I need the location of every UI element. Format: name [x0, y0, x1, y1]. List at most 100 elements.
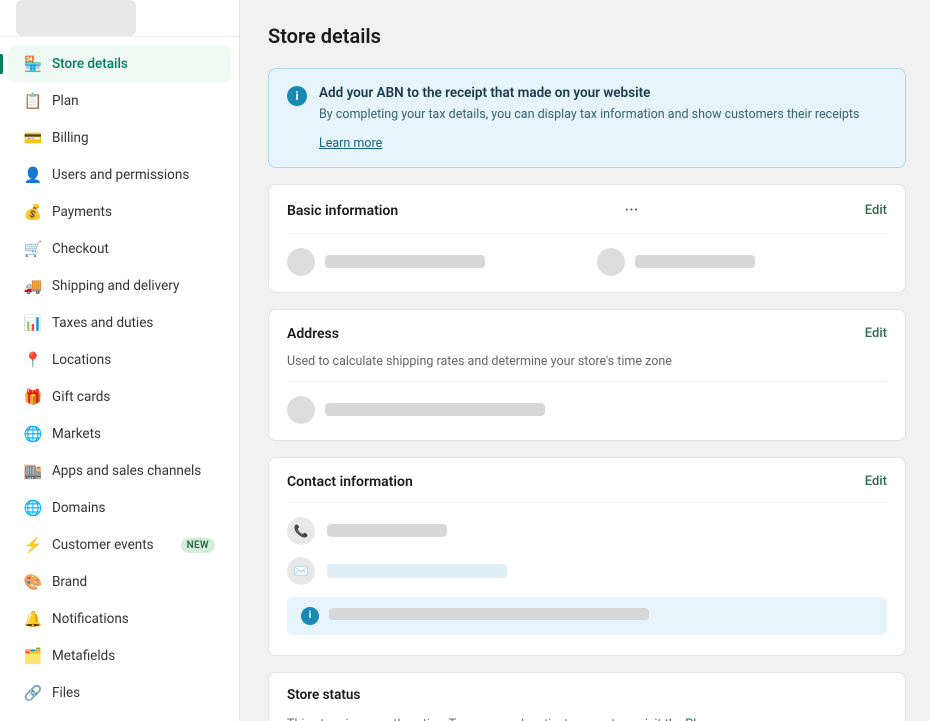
contact-header: Contact information Edit [269, 458, 905, 502]
address-title: Address [287, 326, 339, 342]
shipping-delivery-icon: 🚚 [24, 277, 42, 295]
sidebar-item-payments[interactable]: 💰Payments [8, 194, 231, 230]
basic-information-fields [287, 248, 887, 276]
sidebar-item-billing[interactable]: 💳 Billing [8, 120, 231, 156]
apps-sales-channels-icon: 🏬 [24, 462, 42, 480]
sidebar-item-markets[interactable]: 🌐Markets [8, 416, 231, 452]
plan-label: Plan [52, 93, 215, 109]
users-permissions-label: Users and permissions [52, 167, 215, 183]
store-status-row: Store status [269, 673, 905, 717]
info-banner-link[interactable]: Learn more [319, 136, 382, 151]
sidebar-item-files[interactable]: 🔗 Files [8, 675, 231, 711]
page-title: Store details [268, 24, 906, 48]
sidebar-item-checkout[interactable]: 🛒 Checkout [8, 231, 231, 267]
customer-events-badge: New [181, 538, 215, 553]
markets-label: Markets [52, 426, 215, 442]
contact-alert-blurred [329, 608, 649, 620]
billing-label: Billing [52, 130, 215, 146]
sidebar-item-users-permissions[interactable]: 👤 Users and permissions [8, 157, 231, 193]
store-status-link[interactable]: visit the Plan page [639, 717, 741, 721]
address-field [287, 396, 887, 424]
store-name-avatar [287, 248, 315, 276]
sidebar-item-customer-events[interactable]: ⚡Customer eventsNew [8, 527, 231, 563]
shipping-delivery-label: Shipping and delivery [52, 278, 215, 294]
currency-value [635, 255, 755, 268]
checkout-label: Checkout [52, 241, 215, 257]
notifications-label: Notifications [52, 611, 215, 627]
sidebar-item-locations[interactable]: 📍 Locations [8, 342, 231, 378]
billing-icon: 💳 [24, 129, 42, 147]
store-status-description: This store is currently active. To pause… [269, 717, 905, 721]
files-label: Files [52, 685, 215, 701]
sidebar-item-notifications[interactable]: 🔔 Notifications [8, 601, 231, 637]
locations-label: Locations [52, 352, 215, 368]
store-status-card: Store status This store is currently act… [268, 672, 906, 721]
brand-label: Brand [52, 574, 215, 590]
contact-edit[interactable]: Edit [865, 474, 887, 489]
info-banner-title: Add your ABN to the receipt that made on… [319, 85, 887, 101]
main-content: Store details i Add your ABN to the rece… [240, 0, 930, 721]
address-edit[interactable]: Edit [865, 326, 887, 341]
gift-cards-icon: 🎁 [24, 388, 42, 406]
sidebar-item-shipping-delivery[interactable]: 🚚 Shipping and delivery [8, 268, 231, 304]
contact-alert-text [329, 608, 649, 624]
currency-avatar [597, 248, 625, 276]
domains-icon: 🌐 [24, 499, 42, 517]
gift-cards-label: Gift cards [52, 389, 215, 405]
address-avatar [287, 396, 315, 424]
store-name-field [287, 248, 577, 276]
store-details-label: Store details [52, 56, 215, 72]
checkout-icon: 🛒 [24, 240, 42, 258]
sidebar-item-languages[interactable]: 🌍Languages [8, 712, 231, 721]
sidebar-item-gift-cards[interactable]: 🎁 Gift cards [8, 379, 231, 415]
sidebar-item-taxes-duties[interactable]: 📊 Taxes and duties [8, 305, 231, 341]
sidebar-item-apps-sales-channels[interactable]: 🏬 Apps and sales channels [8, 453, 231, 489]
phone-value [327, 524, 447, 537]
notifications-icon: 🔔 [24, 610, 42, 628]
phone-icon: 📞 [287, 517, 315, 545]
address-value [325, 403, 545, 416]
address-subtitle: Used to calculate shipping rates and det… [269, 354, 905, 381]
taxes-duties-icon: 📊 [24, 314, 42, 332]
sidebar-item-domains[interactable]: 🌐 Domains [8, 490, 231, 526]
sidebar: 🏪 Store details 📋Plan 💳 Billing 👤 Users and pe… [0, 0, 240, 721]
basic-information-edit[interactable]: Edit [865, 203, 887, 218]
metafields-icon: 🗂️ [24, 647, 42, 665]
info-banner-icon: i [287, 86, 307, 106]
sidebar-item-brand[interactable]: 🎨 Brand [8, 564, 231, 600]
users-permissions-icon: 👤 [24, 166, 42, 184]
files-icon: 🔗 [24, 684, 42, 702]
info-banner-content: Add your ABN to the receipt that made on… [319, 85, 887, 151]
basic-information-header: Basic information ··· Edit [269, 185, 905, 233]
sidebar-item-metafields[interactable]: 🗂️Metafields [8, 638, 231, 674]
basic-information-body [269, 234, 905, 292]
address-body [269, 382, 905, 440]
customer-events-label: Customer events [52, 537, 171, 553]
basic-information-title: Basic information [287, 203, 398, 219]
sidebar-navigation: 🏪 Store details 📋Plan 💳 Billing 👤 Users and pe… [0, 37, 239, 721]
contact-information-card: Contact information Edit 📞 ✉️ i [268, 457, 906, 656]
address-card: Address Edit Used to calculate shipping … [268, 309, 906, 441]
address-header: Address Edit [269, 310, 905, 354]
locations-icon: 📍 [24, 351, 42, 369]
payments-icon: 💰 [24, 203, 42, 221]
contact-alert: i [287, 597, 887, 635]
basic-information-menu[interactable]: ··· [621, 201, 641, 221]
sidebar-item-store-details[interactable]: 🏪 Store details [8, 46, 231, 82]
store-name-value [325, 255, 485, 268]
taxes-duties-label: Taxes and duties [52, 315, 215, 331]
info-banner-description: By completing your tax details, you can … [319, 106, 887, 125]
brand-icon: 🎨 [24, 573, 42, 591]
logo-image [16, 0, 136, 36]
email-field: ✉️ [287, 557, 887, 585]
currency-field [597, 248, 887, 276]
phone-field: 📞 [287, 517, 887, 545]
contact-title: Contact information [287, 474, 413, 490]
sidebar-item-plan[interactable]: 📋Plan [8, 83, 231, 119]
contact-body: 📞 ✉️ i [269, 503, 905, 655]
domains-label: Domains [52, 500, 215, 516]
email-value [327, 564, 507, 578]
store-status-title: Store status [287, 687, 360, 703]
store-details-icon: 🏪 [24, 55, 42, 73]
apps-sales-channels-label: Apps and sales channels [52, 463, 215, 479]
